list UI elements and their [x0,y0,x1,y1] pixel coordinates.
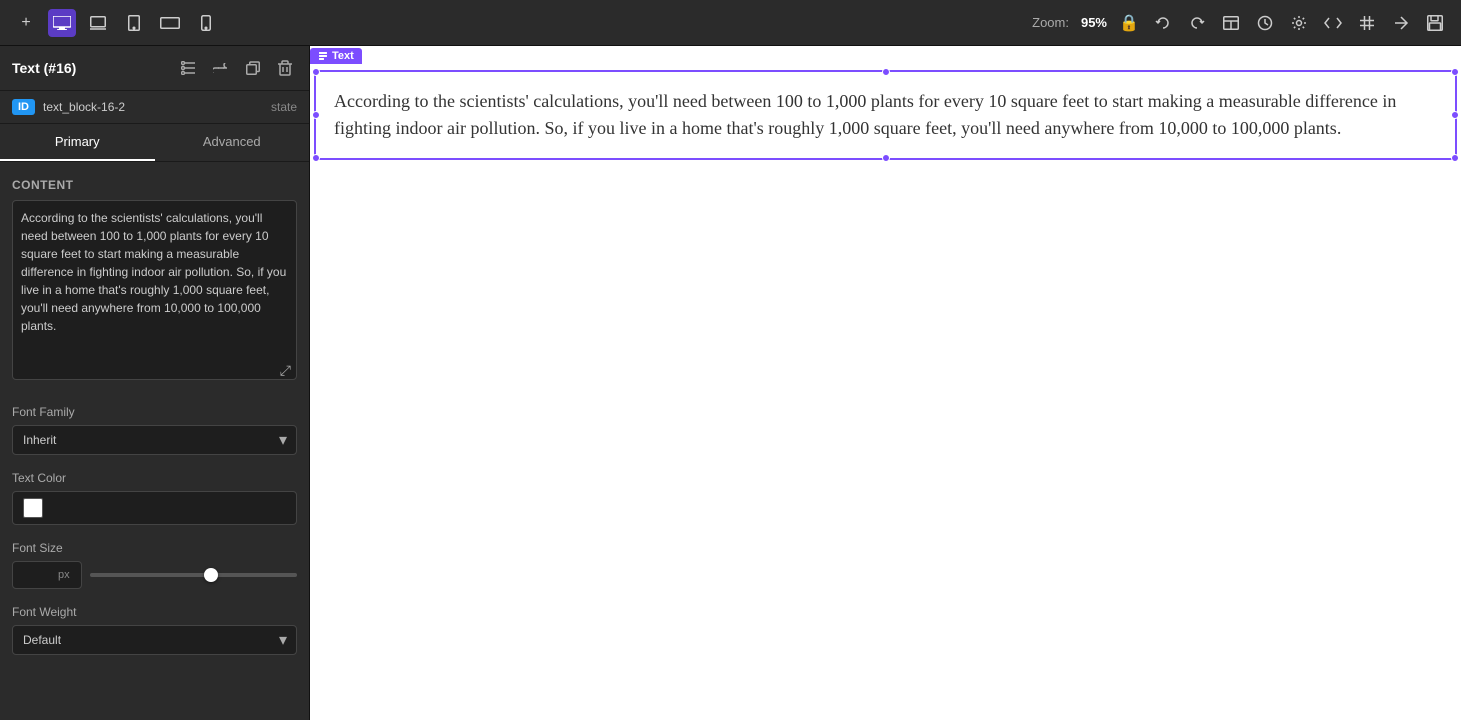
font-family-field: Font Family Inherit Arial Georgia Helvet… [12,405,297,455]
text-color-label: Text Color [12,471,297,485]
settings-icon[interactable] [1285,9,1313,37]
left-panel: Text (#16) ID state Primary Advanced [0,46,310,720]
font-family-select[interactable]: Inherit Arial Georgia Helvetica Times Ne… [12,425,297,455]
font-size-row: px [12,561,297,589]
font-family-label: Font Family [12,405,297,419]
structure-icon[interactable] [177,56,201,80]
resize-handle-tl[interactable] [312,68,320,76]
tablet-view-button[interactable] [120,9,148,37]
link-icon[interactable] [209,56,233,80]
resize-handle-tc[interactable] [882,68,890,76]
resize-handle-mr[interactable] [1451,111,1459,119]
resize-handle-tr[interactable] [1451,68,1459,76]
id-row: ID state [0,91,309,124]
canvas-text-content: According to the scientists' calculation… [316,72,1455,158]
state-label: state [271,100,297,114]
color-field[interactable] [12,491,297,525]
tab-advanced[interactable]: Advanced [155,124,310,161]
font-weight-field: Font Weight Default Normal Bold Light [12,605,297,655]
duplicate-icon[interactable] [241,56,265,80]
font-weight-label: Font Weight [12,605,297,619]
top-toolbar: + Zoom: 95% 🔒 [0,0,1461,46]
wide-view-button[interactable] [156,9,184,37]
desktop-view-button[interactable] [48,9,76,37]
zoom-label: Zoom: [1032,15,1069,30]
content-field: Content According to the scientists' cal… [12,178,297,385]
font-size-unit: px [58,569,76,581]
font-weight-select[interactable]: Default Normal Bold Light [12,625,297,655]
textarea-wrapper: According to the scientists' calculation… [12,200,297,385]
content-textarea[interactable]: According to the scientists' calculation… [12,200,297,380]
text-label-badge: Text [310,48,362,64]
font-size-field: Font Size px [12,541,297,589]
add-button[interactable]: + [12,9,40,37]
color-swatch[interactable] [23,498,43,518]
resize-handle-br[interactable] [1451,154,1459,162]
slider-thumb[interactable] [204,568,218,582]
font-size-input[interactable] [13,562,58,588]
export-icon[interactable] [1387,9,1415,37]
slider-track [90,573,297,577]
font-size-slider[interactable] [90,565,297,585]
layout-icon[interactable] [1217,9,1245,37]
font-weight-select-wrapper: Default Normal Bold Light [12,625,297,655]
expand-icon[interactable]: ⤢ [280,362,291,379]
text-color-field: Text Color [12,471,297,525]
history-icon[interactable] [1251,9,1279,37]
resize-handle-bl[interactable] [312,154,320,162]
font-size-input-wrap: px [12,561,82,589]
canvas-area[interactable]: Text According to the scientists' calcul… [310,46,1461,720]
undo-button[interactable] [1149,9,1177,37]
content-label: Content [12,178,297,192]
tabs: Primary Advanced [0,124,309,162]
text-block[interactable]: According to the scientists' calculation… [314,70,1457,160]
phone-view-button[interactable] [192,9,220,37]
element-title: Text (#16) [12,60,169,76]
panel-content: Content According to the scientists' cal… [0,162,309,720]
font-family-select-wrapper: Inherit Arial Georgia Helvetica Times Ne… [12,425,297,455]
save-button[interactable] [1421,9,1449,37]
zoom-value[interactable]: 95% [1081,15,1107,30]
code-icon[interactable] [1319,9,1347,37]
main-layout: Text (#16) ID state Primary Advanced [0,46,1461,720]
id-badge: ID [12,99,35,115]
id-input[interactable] [43,100,263,114]
text-block-container[interactable]: Text According to the scientists' calcul… [310,70,1461,160]
grid-icon[interactable] [1353,9,1381,37]
lock-icon[interactable]: 🔒 [1115,9,1143,37]
resize-handle-ml[interactable] [312,111,320,119]
resize-handle-bc[interactable] [882,154,890,162]
delete-icon[interactable] [273,56,297,80]
element-header: Text (#16) [0,46,309,91]
tab-primary[interactable]: Primary [0,124,155,161]
font-size-label: Font Size [12,541,297,555]
canvas-inner: Text According to the scientists' calcul… [310,46,1461,720]
redo-button[interactable] [1183,9,1211,37]
monitor-view-button[interactable] [84,9,112,37]
